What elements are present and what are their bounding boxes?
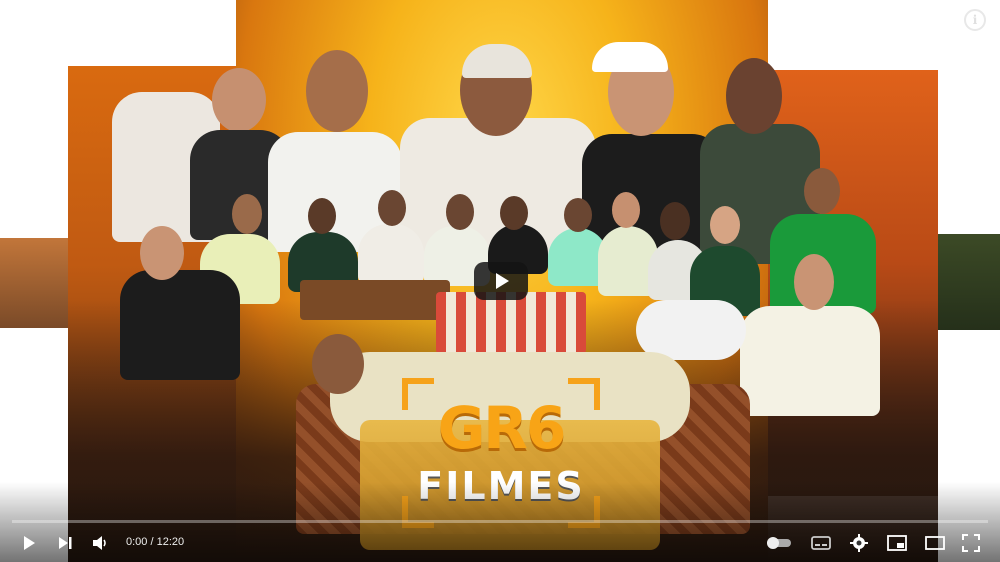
wooden-table: [300, 280, 450, 320]
volume-button[interactable]: [86, 528, 116, 558]
person-head: [804, 168, 840, 214]
person-head: [710, 206, 740, 244]
person-head: [564, 198, 592, 232]
volume-icon: [93, 536, 106, 550]
person-head: [378, 190, 406, 226]
person-head: [306, 50, 368, 132]
autoplay-toggle-icon: [767, 537, 791, 549]
person-head: [612, 192, 640, 228]
progress-bar[interactable]: [12, 520, 988, 523]
gear-icon: [850, 534, 868, 552]
video-player[interactable]: GR6 FILMES i 0:00 / 12:20: [0, 0, 1000, 562]
checkered-table: [436, 292, 586, 354]
person-head: [212, 68, 266, 132]
person-figure: [120, 270, 240, 380]
subtitles-icon: [811, 536, 831, 550]
large-play-button[interactable]: [474, 262, 528, 300]
miniplayer-button[interactable]: [882, 528, 912, 558]
person-head: [232, 194, 262, 234]
settings-button[interactable]: [844, 528, 874, 558]
play-icon: [496, 273, 509, 289]
time-display: 0:00 / 12:20: [126, 536, 185, 548]
person-head: [140, 226, 184, 280]
miniplayer-icon: [887, 535, 907, 551]
person-head: [446, 194, 474, 230]
theater-mode-button[interactable]: [920, 528, 950, 558]
control-bar: 0:00 / 12:20: [0, 528, 1000, 558]
logo-title: GR6: [437, 394, 567, 462]
fullscreen-button[interactable]: [956, 528, 986, 558]
theater-mode-icon: [925, 536, 945, 550]
play-button[interactable]: [14, 528, 44, 558]
person-figure: [358, 224, 424, 284]
person-head: [660, 202, 690, 240]
cap: [592, 42, 668, 72]
person-head: [794, 254, 834, 310]
fullscreen-icon: [962, 534, 980, 552]
subtitles-button[interactable]: [806, 528, 836, 558]
person-figure: [740, 306, 880, 416]
autoplay-toggle[interactable]: [764, 528, 794, 558]
person-head: [500, 196, 528, 230]
next-button[interactable]: [50, 528, 80, 558]
person-head: [726, 58, 782, 134]
drum: [636, 300, 746, 360]
info-icon[interactable]: i: [964, 9, 986, 31]
next-icon: [59, 537, 72, 549]
play-icon: [24, 536, 35, 550]
person-head: [312, 334, 364, 394]
person-head: [308, 198, 336, 234]
